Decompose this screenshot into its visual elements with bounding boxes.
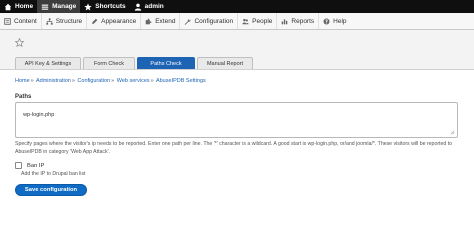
- paths-value: wp-login.php: [23, 112, 55, 118]
- menu-item-label: Appearance: [101, 17, 137, 25]
- svg-text:?: ?: [325, 19, 328, 25]
- primary-tabs: API Key & Settings Form Check Paths Chec…: [15, 57, 253, 70]
- breadcrumb-link[interactable]: Configuration: [77, 78, 110, 84]
- wrench-icon: [185, 18, 192, 25]
- people-icon: [242, 18, 249, 24]
- user-icon: [134, 3, 141, 11]
- menu-item-extend[interactable]: Extend: [141, 13, 181, 29]
- appearance-icon: [92, 18, 98, 24]
- breadcrumb: Home» Administration» Configuration» Web…: [15, 78, 206, 84]
- menu-item-help[interactable]: ? Help: [319, 13, 350, 29]
- menu-item-label: People: [252, 17, 273, 25]
- paths-label: Paths: [15, 94, 32, 100]
- menu-item-appearance[interactable]: Appearance: [87, 13, 142, 29]
- toolbar-shortcuts-label: Shortcuts: [95, 3, 126, 10]
- menu-item-label: Help: [333, 17, 347, 25]
- ban-ip-label[interactable]: Ban IP: [27, 163, 44, 169]
- resize-grip-icon[interactable]: [450, 130, 455, 135]
- home-icon: [4, 3, 12, 10]
- paths-textarea[interactable]: wp-login.php: [15, 102, 458, 138]
- menu-item-label: Content: [14, 17, 37, 25]
- structure-icon: [46, 17, 53, 25]
- toolbar-shortcuts[interactable]: Shortcuts: [80, 0, 129, 13]
- toolbar-manage-label: Manage: [52, 3, 77, 10]
- breadcrumb-link[interactable]: Web services: [117, 78, 150, 84]
- ban-ip-checkbox[interactable]: [15, 162, 22, 169]
- ban-ip-description: Add the IP to Drupal ban list: [21, 171, 86, 177]
- toolbar-manage[interactable]: Manage: [37, 0, 81, 13]
- admin-toolbar: Home Manage Shortcuts admin: [0, 0, 474, 13]
- menu-item-label: Extend: [155, 17, 176, 25]
- menu-icon: [41, 4, 49, 10]
- save-configuration-button[interactable]: Save configuration: [15, 184, 87, 196]
- admin-menu-tray: Content Structure Appearance Extend Conf…: [0, 13, 474, 30]
- toolbar-home-label: Home: [15, 3, 34, 10]
- menu-item-reports[interactable]: Reports: [277, 13, 320, 29]
- ban-ip-row: Ban IP: [15, 162, 44, 169]
- menu-item-label: Structure: [55, 17, 83, 25]
- menu-item-people[interactable]: People: [238, 13, 278, 29]
- menu-item-structure[interactable]: Structure: [42, 13, 88, 29]
- star-icon: [84, 2, 92, 10]
- menu-item-label: Configuration: [194, 17, 234, 25]
- paths-description: Specify pages where the visitor's ip nee…: [15, 141, 453, 155]
- extend-icon: [145, 18, 152, 24]
- breadcrumb-link[interactable]: Administration: [36, 78, 71, 84]
- tabs-divider: [0, 69, 474, 70]
- menu-item-label: Reports: [291, 17, 315, 25]
- shortcut-star-icon[interactable]: [15, 38, 24, 47]
- help-icon: ?: [323, 17, 330, 25]
- content-icon: [4, 17, 11, 25]
- menu-item-content[interactable]: Content: [0, 13, 42, 29]
- reports-icon: [282, 18, 288, 24]
- toolbar-user[interactable]: admin: [130, 0, 168, 13]
- toolbar-user-label: admin: [144, 3, 164, 10]
- toolbar-home[interactable]: Home: [0, 0, 37, 13]
- breadcrumb-link[interactable]: Home: [15, 78, 30, 84]
- breadcrumb-link[interactable]: AbuseIPDB Settings: [156, 78, 206, 84]
- menu-item-configuration[interactable]: Configuration: [180, 13, 239, 29]
